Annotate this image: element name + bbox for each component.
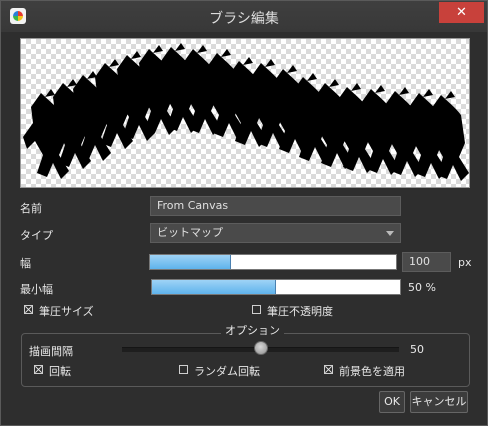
brush-preview	[20, 38, 470, 188]
rotate-label: 回転	[49, 365, 71, 378]
type-label: タイプ	[20, 229, 53, 242]
width-unit: px	[458, 256, 472, 269]
min-width-slider-fill	[152, 280, 276, 294]
spacing-label: 描画間隔	[29, 345, 73, 358]
spacing-slider-thumb[interactable]	[253, 341, 268, 355]
width-label: 幅	[20, 257, 31, 270]
apply-fg-color-label: 前景色を適用	[339, 365, 405, 378]
type-select[interactable]: ビットマップ	[150, 223, 401, 243]
width-value-input[interactable]: 100	[402, 252, 451, 272]
cancel-button[interactable]: キャンセル	[410, 391, 468, 413]
random-rotate-label: ランダム回転	[194, 365, 260, 378]
title-bar: ブラシ編集 ✕	[1, 1, 487, 32]
min-width-value: 50 %	[408, 281, 436, 294]
width-slider-fill	[150, 255, 232, 269]
close-button[interactable]: ✕	[439, 2, 484, 23]
width-slider[interactable]	[149, 254, 397, 270]
brush-stamps	[23, 43, 469, 181]
ok-button[interactable]: OK	[379, 391, 405, 413]
min-width-slider[interactable]	[151, 279, 401, 295]
random-rotate-checkbox[interactable]	[179, 365, 188, 374]
brush-edit-dialog: ブラシ編集 ✕ 名前 From Canvas タイプ ビットマップ 幅 100 …	[0, 0, 488, 426]
pen-size-checkbox[interactable]	[24, 305, 33, 314]
window-title: ブラシ編集	[209, 11, 279, 27]
brush-stroke-preview	[23, 43, 469, 181]
rotate-checkbox[interactable]	[34, 365, 43, 374]
pen-opacity-label: 筆圧不透明度	[267, 305, 333, 318]
name-label: 名前	[20, 202, 42, 215]
apply-fg-color-checkbox[interactable]	[324, 365, 333, 374]
chevron-down-icon	[386, 231, 394, 236]
type-select-value: ビットマップ	[157, 226, 223, 239]
options-group-title: オプション	[221, 322, 284, 338]
spacing-value: 50	[410, 343, 424, 356]
pen-opacity-checkbox[interactable]	[252, 305, 261, 314]
min-width-label: 最小幅	[20, 283, 53, 296]
name-input[interactable]: From Canvas	[150, 196, 401, 216]
pen-size-label: 筆圧サイズ	[39, 305, 94, 318]
